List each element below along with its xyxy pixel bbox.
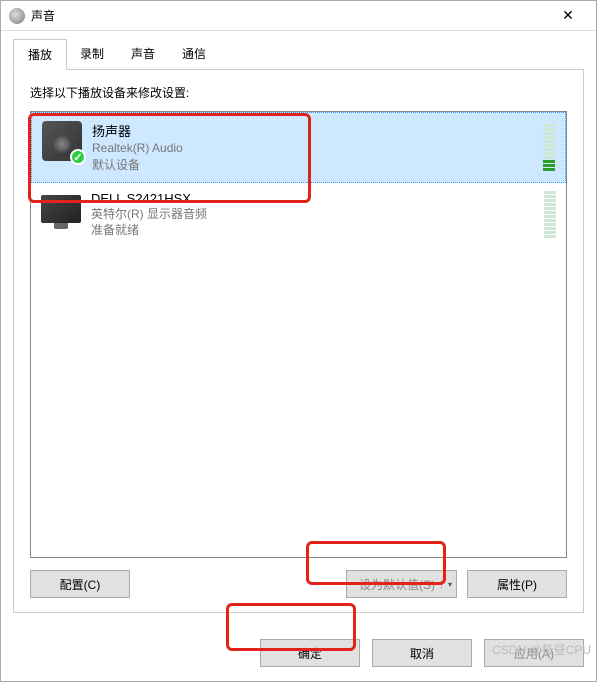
level-meter <box>543 124 555 171</box>
device-status: 准备就绪 <box>91 222 536 239</box>
device-subtitle: Realtek(R) Audio <box>92 140 535 157</box>
device-name: 扬声器 <box>92 121 535 140</box>
ok-button[interactable]: 确定 <box>260 639 360 667</box>
monitor-icon <box>41 195 81 223</box>
cancel-button[interactable]: 取消 <box>372 639 472 667</box>
app-icon <box>9 8 25 24</box>
device-name: DELL S2421HSX <box>91 191 536 206</box>
set-default-button[interactable]: 设为默认值(S) <box>346 570 457 598</box>
tab-record[interactable]: 录制 <box>66 39 118 70</box>
device-item-speakers[interactable]: ✓ 扬声器 Realtek(R) Audio 默认设备 <box>31 112 566 183</box>
device-text: 扬声器 Realtek(R) Audio 默认设备 <box>92 121 535 174</box>
tab-playback[interactable]: 播放 <box>13 39 67 70</box>
device-text: DELL S2421HSX 英特尔(R) 显示器音频 准备就绪 <box>91 191 536 240</box>
tab-page-playback: 选择以下播放设备来修改设置: ✓ 扬声器 Realtek(R) Audio 默认… <box>13 69 584 613</box>
tab-comm[interactable]: 通信 <box>168 39 220 70</box>
content-area: 播放 录制 声音 通信 选择以下播放设备来修改设置: ✓ 扬声器 Realtek… <box>1 31 596 625</box>
device-button-row: 配置(C) 设为默认值(S) 属性(P) <box>30 570 567 598</box>
level-meter <box>544 191 556 238</box>
tabstrip: 播放 录制 声音 通信 <box>13 39 584 70</box>
dialog-footer: 确定 取消 应用(A) <box>1 625 596 681</box>
device-subtitle: 英特尔(R) 显示器音频 <box>91 206 536 223</box>
configure-button[interactable]: 配置(C) <box>30 570 130 598</box>
speaker-icon: ✓ <box>42 121 82 161</box>
device-list[interactable]: ✓ 扬声器 Realtek(R) Audio 默认设备 DELL S2421HS… <box>30 111 567 558</box>
default-check-icon: ✓ <box>70 149 86 165</box>
tab-sound[interactable]: 声音 <box>117 39 169 70</box>
sound-dialog: 声音 ✕ 播放 录制 声音 通信 选择以下播放设备来修改设置: ✓ 扬声器 Re… <box>0 0 597 682</box>
window-title: 声音 <box>31 7 548 24</box>
close-button[interactable]: ✕ <box>548 2 588 30</box>
device-status: 默认设备 <box>92 157 535 174</box>
device-item-monitor[interactable]: DELL S2421HSX 英特尔(R) 显示器音频 准备就绪 <box>31 183 566 248</box>
apply-button[interactable]: 应用(A) <box>484 639 584 667</box>
properties-button[interactable]: 属性(P) <box>467 570 567 598</box>
instruction-text: 选择以下播放设备来修改设置: <box>30 84 567 101</box>
titlebar: 声音 ✕ <box>1 1 596 31</box>
